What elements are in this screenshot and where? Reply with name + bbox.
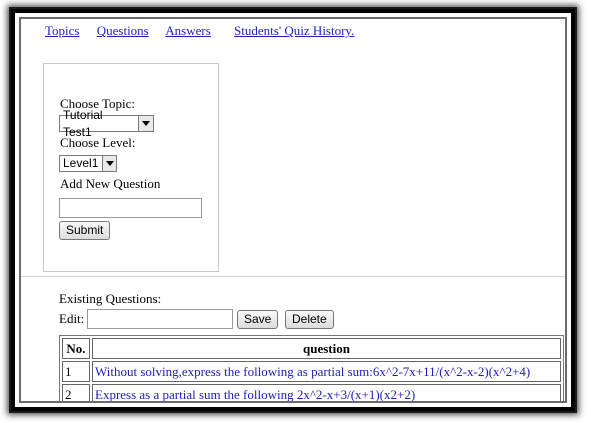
save-button[interactable]: Save: [237, 310, 279, 329]
table-header-row: No. question: [62, 338, 561, 359]
column-header-question: question: [92, 338, 561, 359]
choose-level-label: Choose Level:: [60, 135, 136, 150]
level-select[interactable]: Level1: [59, 155, 117, 172]
nav-quiz-history-link[interactable]: Students' Quiz History.: [234, 23, 354, 38]
questions-table: No. question 1 Without solving,express t…: [59, 335, 564, 401]
table-row[interactable]: 2 Express as a partial sum the following…: [62, 384, 561, 401]
nav-answers-link[interactable]: Answers: [165, 23, 211, 38]
existing-questions-heading: Existing Questions:: [59, 291, 162, 306]
nav-questions-link[interactable]: Questions: [97, 23, 149, 38]
browser-frame: Topics Questions Answers Students' Quiz …: [11, 9, 575, 411]
row-question[interactable]: Express as a partial sum the following 2…: [92, 384, 561, 401]
add-new-question-label: Add New Question: [60, 176, 161, 191]
edit-label: Edit:: [59, 311, 85, 326]
submit-button[interactable]: Submit: [59, 221, 111, 240]
row-number: 2: [62, 384, 90, 401]
edit-question-input[interactable]: [87, 309, 233, 329]
row-number: 1: [62, 361, 90, 382]
new-question-input[interactable]: [59, 198, 202, 218]
chevron-down-icon[interactable]: [102, 156, 116, 171]
column-header-no: No.: [62, 338, 90, 359]
table-row[interactable]: 1 Without solving,express the following …: [62, 361, 561, 382]
topic-select[interactable]: Tutorial Test1: [59, 108, 154, 139]
add-question-panel: Choose Topic: Tutorial Test1 Choose Leve…: [43, 63, 219, 272]
chevron-down-icon[interactable]: [138, 116, 153, 131]
top-nav: Topics Questions Answers Students' Quiz …: [45, 23, 368, 39]
nav-topics-link[interactable]: Topics: [45, 23, 79, 38]
level-select-value: Level1: [63, 156, 99, 170]
row-question[interactable]: Without solving,express the following as…: [92, 361, 561, 382]
delete-button[interactable]: Delete: [285, 310, 334, 329]
page-content: Topics Questions Answers Students' Quiz …: [19, 17, 567, 403]
section-divider: [21, 276, 565, 277]
